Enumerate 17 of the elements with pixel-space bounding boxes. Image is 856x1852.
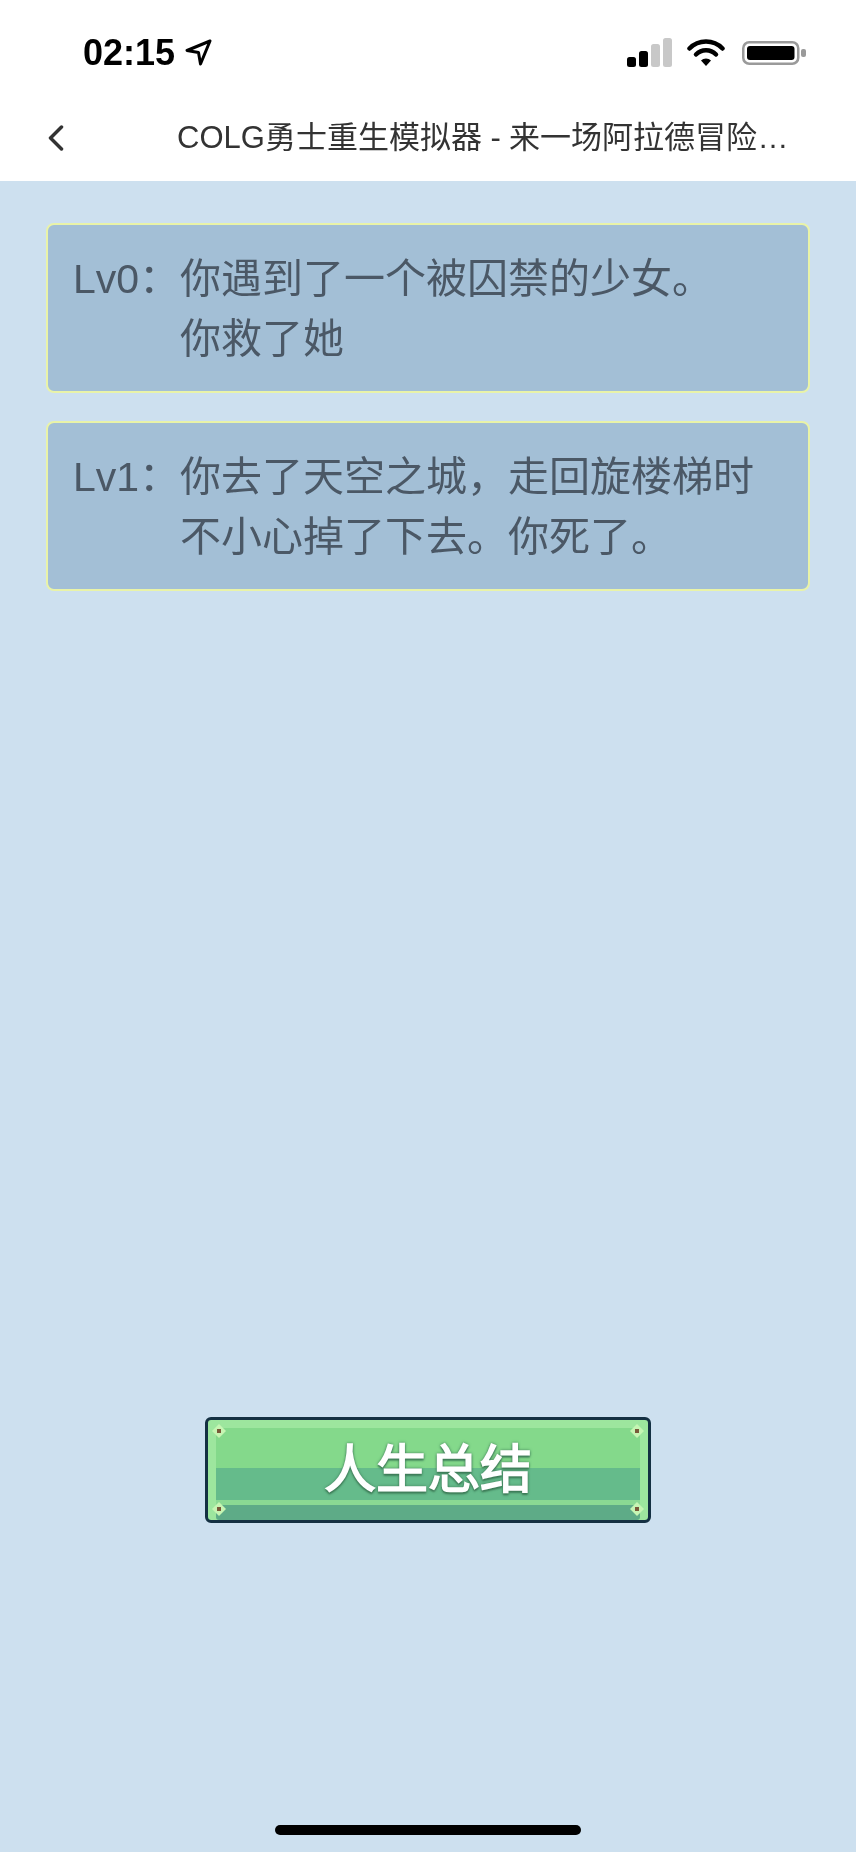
corner-stud-icon [630, 1502, 644, 1516]
event-text: 你遇到了一个被囚禁的少女。 [180, 255, 715, 304]
signal-icon [627, 38, 672, 67]
corner-stud-icon [630, 1424, 644, 1438]
page-title: COLG勇士重生模拟器 - 来一场阿拉德冒险… [177, 119, 789, 157]
level-label: Lv0： [73, 255, 181, 304]
event-text: 你去了天空之城，走回旋楼梯时不小心掉了下去。你死了。 [180, 453, 756, 562]
wifi-icon [687, 39, 725, 66]
level-label: Lv1： [73, 453, 181, 502]
location-arrow-icon [185, 39, 213, 66]
summary-button[interactable]: 人生总结 [205, 1417, 651, 1523]
corner-stud-icon [212, 1502, 226, 1516]
event-text: 你救了她 [180, 315, 346, 364]
corner-stud-icon [212, 1424, 226, 1438]
chevron-left-icon [48, 125, 64, 151]
status-time: 02:15 [83, 34, 176, 71]
battery-icon [742, 40, 806, 65]
